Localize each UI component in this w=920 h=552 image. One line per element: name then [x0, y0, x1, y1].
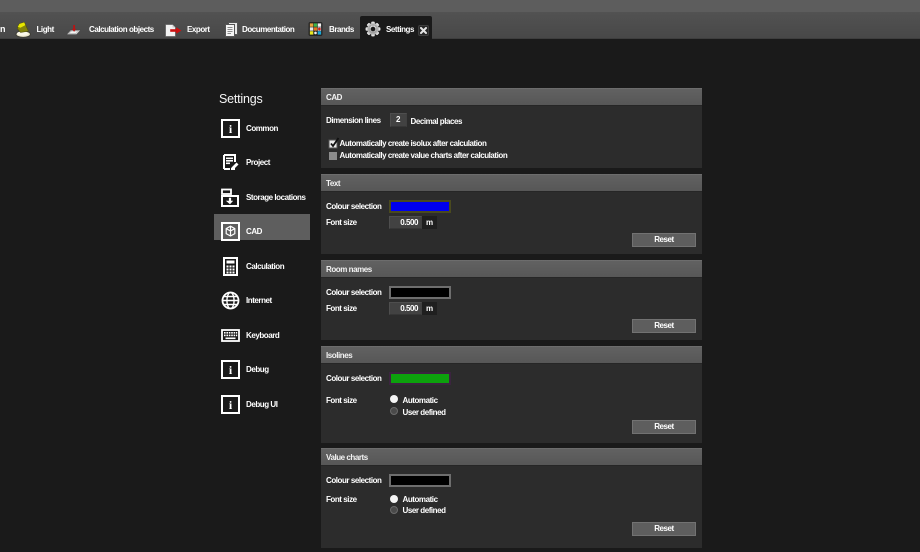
svg-text:i: i	[229, 122, 233, 136]
svg-text:i: i	[229, 398, 233, 412]
svg-text:i: i	[229, 363, 233, 377]
